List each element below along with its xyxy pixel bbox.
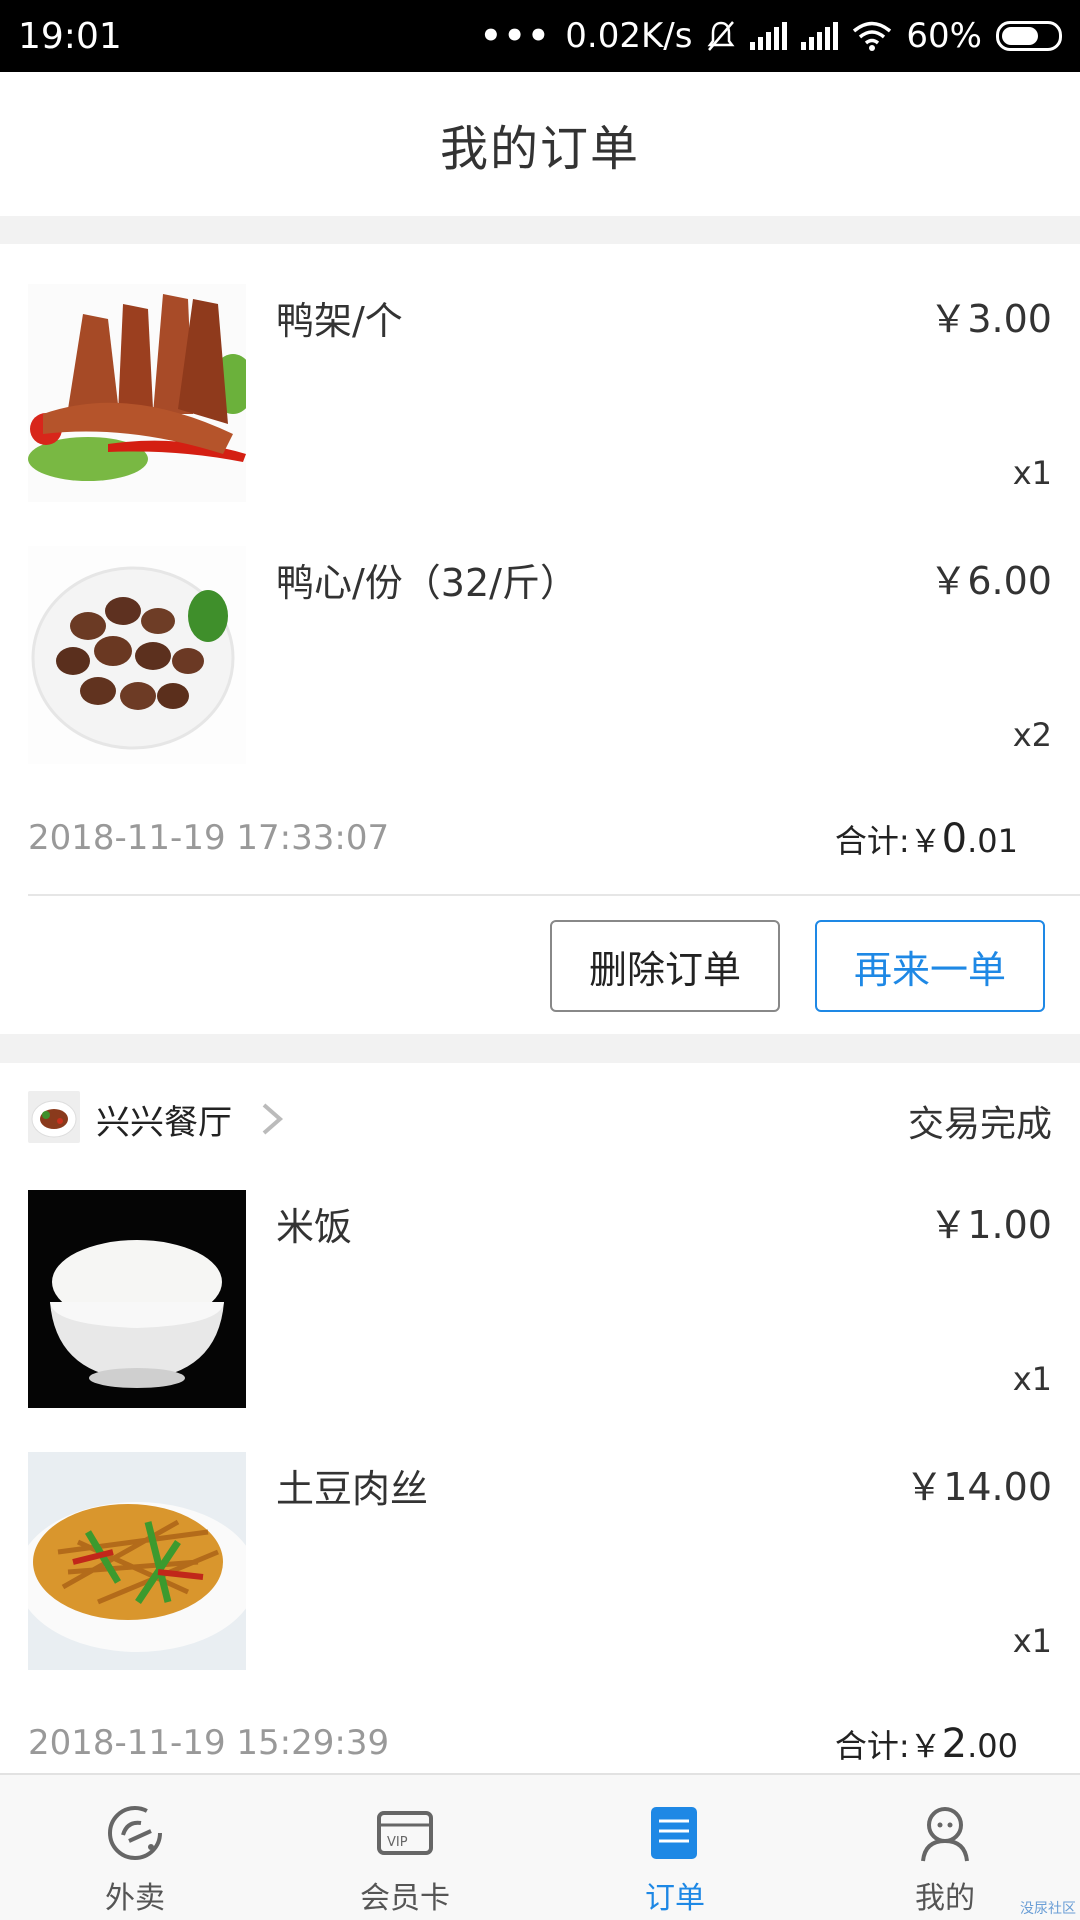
item-quantity: x1 — [1012, 454, 1052, 492]
order-time: 2018-11-19 15:29:39 — [28, 1723, 390, 1763]
shop-row[interactable]: 兴兴餐厅 交易完成 — [28, 1091, 1052, 1147]
total-decimal: .00 — [967, 1727, 1018, 1765]
total-decimal: .01 — [967, 822, 1018, 860]
more-dots-icon: ••• — [480, 16, 552, 56]
order-total: 合计:￥0.01 — [835, 816, 1018, 862]
item-name: 鸭架/个 — [276, 299, 403, 343]
wifi-icon — [853, 21, 892, 51]
item-thumbnail-potato-pork — [28, 1452, 246, 1670]
item-thumbnail-duck-frame — [28, 284, 246, 502]
item-price: ￥1.00 — [929, 1203, 1052, 1247]
tab-takeout[interactable]: 外卖 — [0, 1775, 270, 1920]
item-price: ￥6.00 — [929, 559, 1052, 603]
profile-icon — [921, 1807, 969, 1862]
signal-icon-2 — [801, 22, 839, 50]
item-thumbnail-rice — [28, 1190, 246, 1408]
order-card: 鸭架/个 ￥3.00 x1 鸭心/份（32/斤） ￥6.00 x2 2018-1… — [0, 244, 1080, 1034]
tab-label: 我的 — [915, 1881, 975, 1916]
chevron-right-icon — [262, 1103, 284, 1135]
reorder-button[interactable]: 再来一单 — [815, 920, 1045, 1012]
screen: 19:01 ••• 0.02K/s 60% 我的订单 鸭架/个 ￥3.00 x1… — [0, 0, 1080, 1920]
tab-label: 外卖 — [105, 1881, 165, 1916]
item-thumbnail-duck-heart — [28, 546, 246, 764]
order-item[interactable]: 米饭 ￥1.00 x1 — [28, 1190, 1052, 1408]
tab-vip-card[interactable]: VIP 会员卡 — [270, 1775, 540, 1920]
shop-name: 兴兴餐厅 — [96, 1103, 232, 1143]
total-integer: 0 — [941, 816, 968, 862]
shop-avatar — [28, 1091, 80, 1143]
item-name: 土豆肉丝 — [276, 1467, 429, 1511]
item-quantity: x2 — [1012, 716, 1052, 754]
divider — [28, 894, 1080, 896]
takeout-icon — [108, 1806, 162, 1860]
item-quantity: x1 — [1012, 1360, 1052, 1398]
page-title: 我的订单 — [439, 121, 640, 177]
order-total: 合计:￥2.00 — [835, 1721, 1018, 1767]
battery-percent: 60% — [906, 16, 982, 56]
battery-icon — [996, 21, 1062, 51]
total-label: 合计:￥ — [834, 1727, 942, 1765]
total-integer: 2 — [941, 1721, 968, 1767]
delete-order-button[interactable]: 删除订单 — [550, 920, 780, 1012]
item-quantity: x1 — [1012, 1622, 1052, 1660]
tab-bar: 外卖 VIP 会员卡 订单 我的 没尿社区 — [0, 1773, 1080, 1920]
signal-icon — [750, 22, 788, 50]
tab-label: 会员卡 — [360, 1881, 450, 1916]
vip-card-icon: VIP — [377, 1811, 433, 1855]
app-header: 我的订单 — [0, 72, 1080, 216]
order-list-icon — [651, 1807, 697, 1859]
order-item[interactable]: 土豆肉丝 ￥14.00 x1 — [28, 1452, 1052, 1670]
mute-bell-icon — [707, 21, 735, 51]
item-name: 鸭心/份（32/斤） — [276, 561, 578, 605]
tab-orders[interactable]: 订单 — [540, 1775, 810, 1920]
order-card: 兴兴餐厅 交易完成 米饭 ￥1.00 x1 土豆肉丝 ￥14.00 x1 201… — [0, 1063, 1080, 1773]
order-status: 交易完成 — [907, 1104, 1052, 1145]
network-speed: 0.02K/s — [565, 16, 693, 56]
item-price: ￥14.00 — [905, 1465, 1052, 1509]
watermark: 没尿社区 — [1020, 1901, 1076, 1917]
tab-label: 订单 — [645, 1881, 705, 1916]
svg-text:VIP: VIP — [387, 1835, 408, 1850]
status-indicators: ••• 0.02K/s 60% — [480, 16, 1062, 56]
status-bar: 19:01 ••• 0.02K/s 60% — [0, 0, 1080, 72]
status-time: 19:01 — [18, 15, 122, 57]
order-item[interactable]: 鸭架/个 ￥3.00 x1 — [28, 284, 1052, 502]
item-name: 米饭 — [276, 1205, 353, 1249]
order-time: 2018-11-19 17:33:07 — [28, 818, 390, 858]
order-item[interactable]: 鸭心/份（32/斤） ￥6.00 x2 — [28, 546, 1052, 764]
total-label: 合计:￥ — [834, 822, 942, 860]
item-price: ￥3.00 — [929, 297, 1052, 341]
